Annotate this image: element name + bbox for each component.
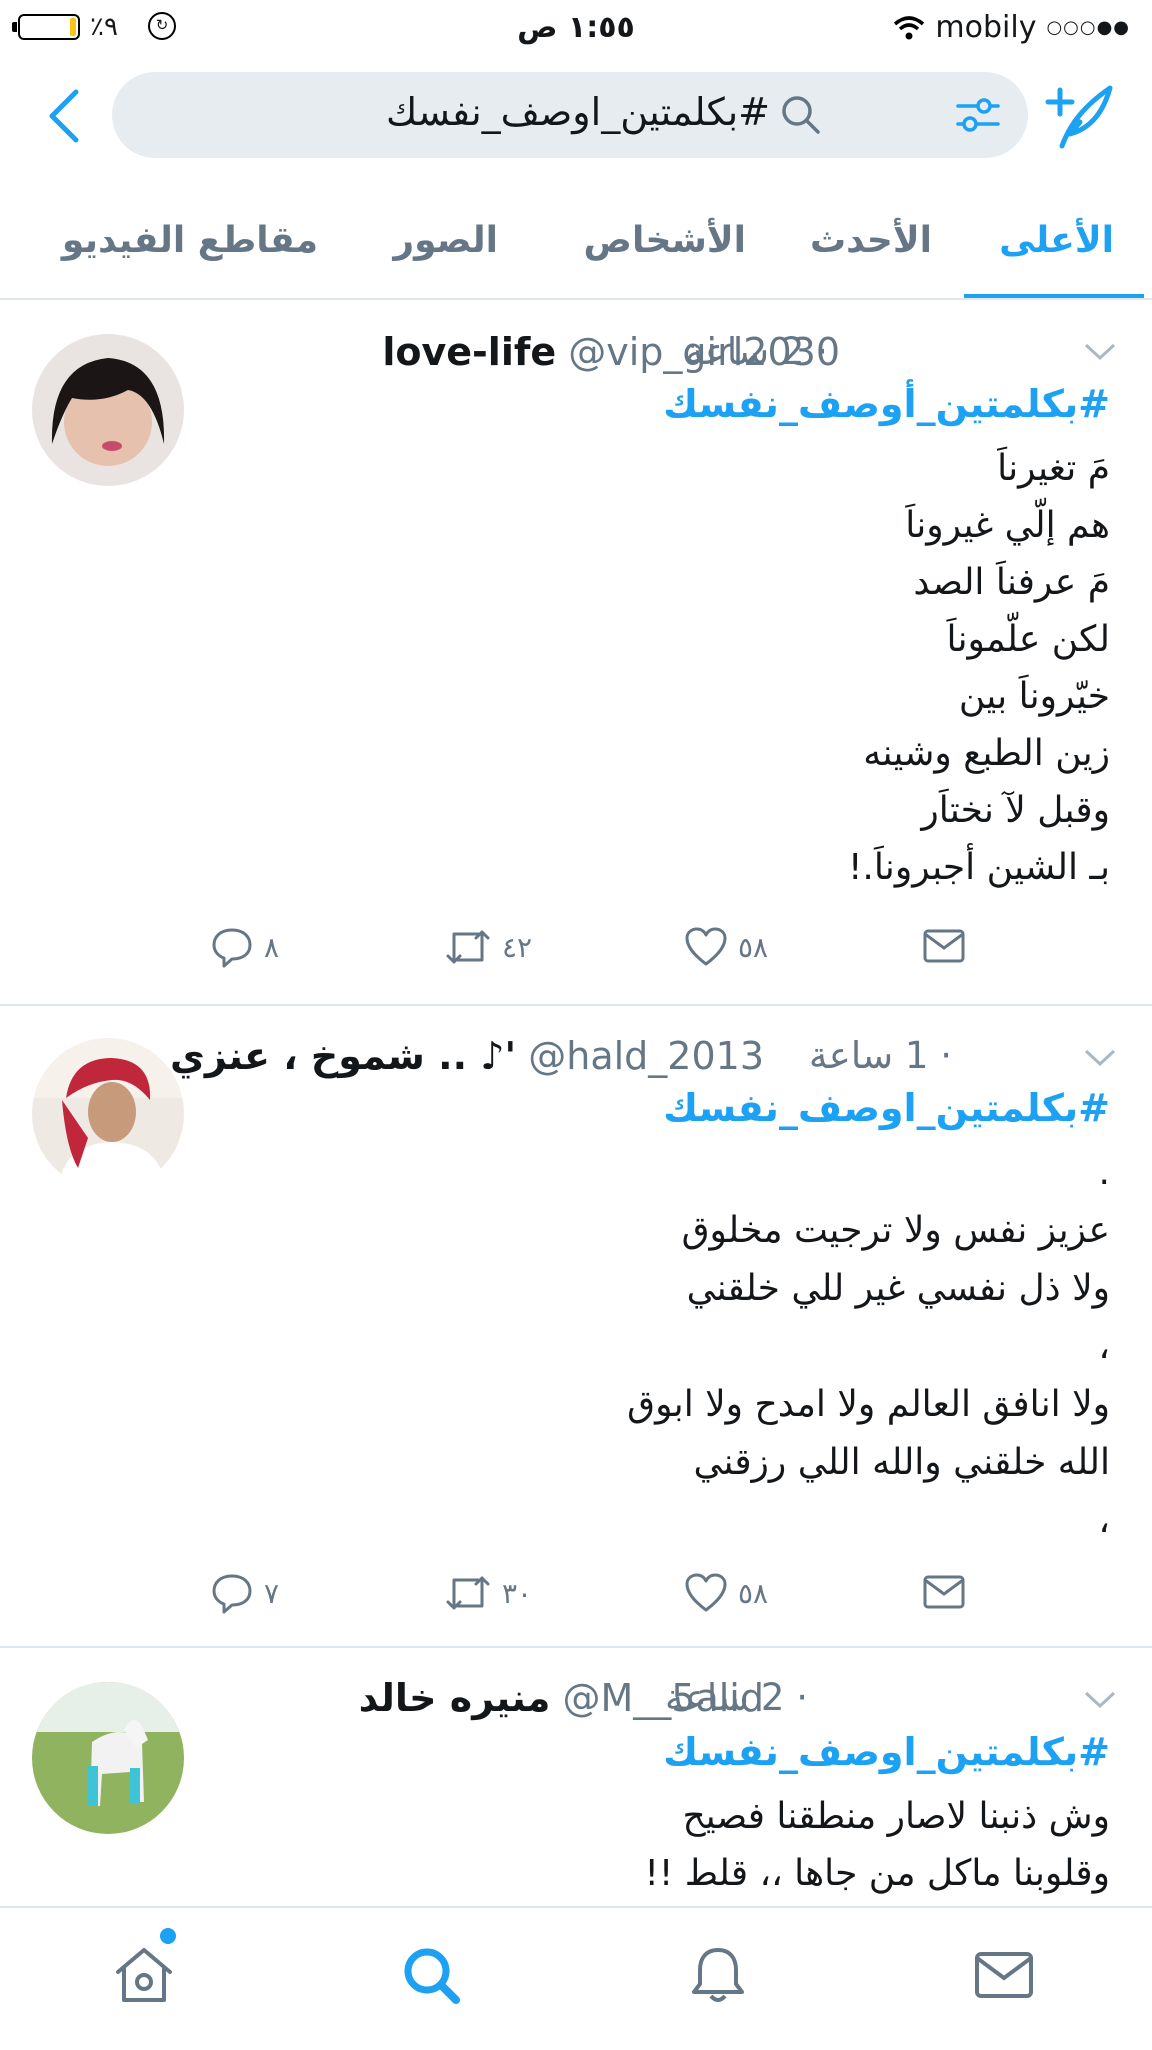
tweet[interactable]: منيره خالد @M__5alid · 2 ساعة #بكلمتين_ا… (0, 1648, 1152, 1906)
reply-button[interactable]: ٧ (210, 1572, 279, 1614)
avatar[interactable] (32, 1682, 184, 1834)
tweet-line: ، (1098, 1500, 1110, 1541)
reply-icon (212, 928, 252, 968)
reply-count: ٧ (264, 1576, 280, 1610)
search-input[interactable]: #بكلمتين_اوصف_نفسك (112, 72, 1028, 158)
avatar[interactable] (32, 1038, 184, 1190)
tweet-actions: ٨ ٤٢ ٥٨ (0, 926, 1152, 976)
tab-videos[interactable]: مقاطع الفيديو (62, 220, 318, 261)
tweet-time: · 2 ساعة (684, 330, 828, 373)
bottom-nav (0, 1906, 1152, 2050)
tweet-line: عزيز نفس ولا ترجيت مخلوق (681, 1210, 1110, 1251)
retweet-button[interactable]: ٣٠ (444, 1572, 532, 1614)
tweet-line: زين الطبع وشينه (863, 733, 1110, 774)
tweet-text: . عزيز نفس ولا ترجيت مخلوق ولا ذل نفسي غ… (627, 1144, 1110, 1550)
tweet[interactable]: شموخ ، عنزي .. ♪' @hald_2013 · 1 ساعة #ب… (0, 1006, 1152, 1648)
tweet-line: ولا ذل نفسي غير للي خلقني (686, 1268, 1110, 1309)
tweet-line: وش ذنبنا لاصار منطقنا فصيح (682, 1796, 1110, 1837)
retweet-icon (446, 1576, 490, 1610)
reply-icon (212, 1574, 252, 1614)
tweet-header: شموخ ، عنزي .. ♪' @hald_2013 (170, 1034, 764, 1078)
envelope-icon (923, 929, 965, 963)
search-icon (782, 96, 820, 134)
tweet[interactable]: love-life @vip_girl2030 · 2 ساعة #بكلمتي… (0, 300, 1152, 1004)
chevron-down-icon[interactable] (1084, 1690, 1116, 1710)
search-tabs: الأعلى الأحدث الأشخاص الصور مقاطع الفيدي… (0, 190, 1152, 300)
bell-icon[interactable] (686, 1944, 750, 2006)
like-button[interactable]: ٥٨ (684, 1572, 768, 1614)
carrier-name: mobily (935, 10, 1037, 45)
direct-message-button[interactable] (922, 1572, 966, 1612)
heart-icon (685, 1573, 727, 1612)
like-count: ٥٨ (738, 930, 769, 964)
search-query[interactable]: #بكلمتين_اوصف_نفسك (386, 90, 770, 134)
chevron-down-icon[interactable] (1084, 1048, 1116, 1068)
home-icon[interactable] (112, 1944, 176, 2006)
tweet-text: مَ تغيرناَ هم إلّي غيروناَ مَ عرفناَ الص… (848, 440, 1110, 896)
tab-people[interactable]: الأشخاص (584, 220, 746, 261)
tweet-line: وقلوبنا ماكل من جاها ،، قلط !! (644, 1853, 1110, 1894)
tab-photos[interactable]: الصور (393, 220, 498, 261)
retweet-count: ٤٢ (502, 930, 533, 964)
retweet-button[interactable]: ٤٢ (444, 926, 532, 968)
chevron-down-icon[interactable] (1084, 342, 1116, 362)
envelope-icon (923, 1575, 965, 1609)
tweet-time: · 2 ساعة (664, 1676, 808, 1719)
signal-strength: ○○○●● (1046, 17, 1130, 38)
notification-dot (160, 1928, 176, 1944)
hashtag-link[interactable]: #بكلمتين_أوصف_نفسك (663, 382, 1110, 426)
chevron-left-icon[interactable] (44, 86, 84, 146)
tweet-line: لكن علّموناَ (946, 619, 1111, 660)
author-name[interactable]: شموخ ، عنزي .. ♪' (170, 1034, 516, 1078)
tweet-line: وقبل لآ نختاَر (921, 790, 1110, 831)
hashtag-link[interactable]: #بكلمتين_اوصف_نفسك (663, 1086, 1110, 1130)
wifi-icon (894, 15, 925, 39)
avatar[interactable] (32, 334, 184, 486)
retweet-icon (446, 930, 490, 964)
tweet-line: . (1098, 1152, 1110, 1193)
status-bar: ٪٩ ↻ ١:٥٥ ص mobily ○○○●● (0, 0, 1152, 58)
heart-icon (685, 927, 727, 966)
direct-message-button[interactable] (922, 926, 966, 966)
tweet-time: · 1 ساعة (808, 1034, 952, 1077)
tweet-text: وش ذنبنا لاصار منطقنا فصيح وقلوبنا ماكل … (644, 1788, 1110, 1902)
compose-tweet-icon[interactable] (1044, 84, 1114, 150)
sliders-icon[interactable] (956, 94, 1000, 136)
tweet-line: مَ عرفناَ الصد (913, 562, 1110, 603)
retweet-count: ٣٠ (502, 1576, 533, 1610)
carrier-info: mobily ○○○●● (893, 10, 1130, 45)
tweet-line: مَ تغيرناَ (997, 448, 1110, 489)
like-count: ٥٨ (738, 1576, 769, 1610)
reply-button[interactable]: ٨ (210, 926, 279, 968)
tweet-line: هم إلّي غيروناَ (905, 505, 1110, 546)
hashtag-link[interactable]: #بكلمتين_اوصف_نفسك (663, 1730, 1110, 1774)
author-name[interactable]: منيره خالد (359, 1676, 551, 1720)
tweet-actions: ٧ ٣٠ ٥٨ (0, 1572, 1152, 1622)
search-icon[interactable] (400, 1944, 464, 2006)
tweet-line: الله خلقني والله اللي رزقني (693, 1442, 1110, 1483)
tab-top[interactable]: الأعلى (999, 220, 1114, 261)
author-handle[interactable]: @hald_2013 (528, 1034, 764, 1078)
tweet-line: بـ الشين أجبروناَ.! (847, 847, 1110, 888)
reply-count: ٨ (264, 930, 280, 964)
envelope-icon[interactable] (972, 1944, 1036, 2006)
tab-latest[interactable]: الأحدث (810, 220, 932, 261)
like-button[interactable]: ٥٨ (684, 926, 768, 968)
tweet-line: ولا انافق العالم ولا امدح ولا ابوق (627, 1384, 1110, 1425)
tweet-line: ، (1098, 1326, 1110, 1367)
tweet-line: خيّروناَ بين (958, 676, 1110, 717)
author-name[interactable]: love-life (382, 330, 556, 374)
